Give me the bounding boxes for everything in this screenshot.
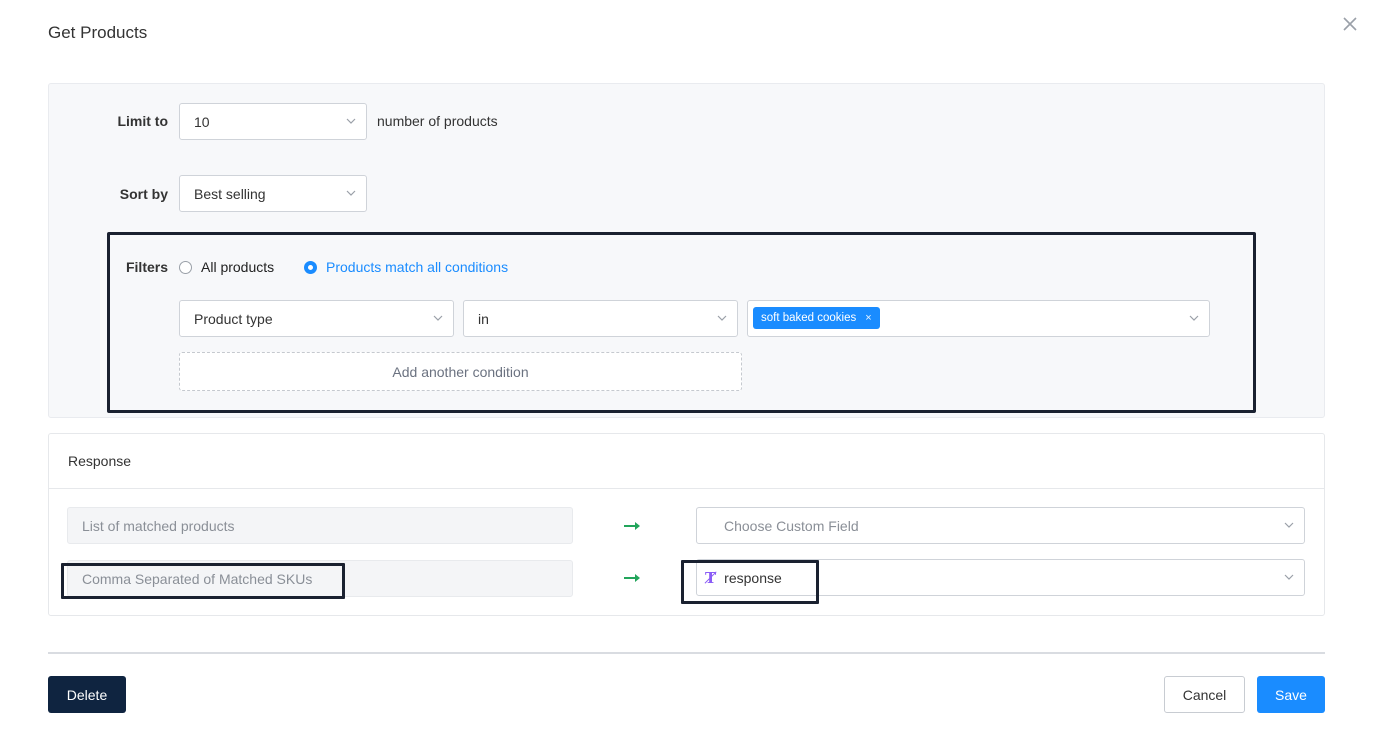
arrow-right-icon — [624, 574, 640, 582]
chevron-down-icon — [1284, 522, 1294, 528]
chevron-down-icon — [1284, 574, 1294, 580]
custom-field-value: response — [724, 569, 782, 586]
condition-value-tag-label: soft baked cookies — [761, 312, 857, 324]
chevron-down-icon — [433, 315, 443, 321]
limit-select[interactable]: 10 — [179, 103, 367, 140]
cancel-button[interactable]: Cancel — [1164, 676, 1245, 713]
response-source-field: Comma Separated of Matched SKUs — [67, 560, 573, 597]
text-field-icon: Ⱦ — [705, 568, 717, 587]
dialog-title: Get Products — [48, 23, 148, 42]
condition-value-tag: soft baked cookies × — [753, 307, 880, 329]
condition-operator-value: in — [478, 310, 489, 327]
radio-all-products-label: All products — [201, 259, 275, 275]
custom-field-select[interactable]: Ⱦ response — [696, 559, 1305, 596]
condition-operator-select[interactable]: in — [463, 300, 738, 337]
add-condition-button[interactable]: Add another condition — [179, 352, 742, 391]
response-source-field: List of matched products — [67, 507, 573, 544]
sort-select-value: Best selling — [194, 185, 266, 202]
radio-circle[interactable] — [179, 260, 192, 274]
sort-select[interactable]: Best selling — [179, 175, 367, 212]
radio-all-products[interactable]: All products — [179, 259, 274, 275]
condition-field-select[interactable]: Product type — [179, 300, 454, 337]
chevron-down-icon — [717, 315, 727, 321]
chevron-down-icon — [1189, 315, 1199, 321]
close-icon[interactable] — [1339, 13, 1361, 35]
sort-label: Sort by — [119, 186, 168, 202]
limit-select-value: 10 — [194, 113, 210, 130]
chevron-down-icon — [346, 118, 356, 124]
radio-match-conditions-label: Products match all conditions — [326, 259, 509, 275]
save-button[interactable]: Save — [1257, 676, 1325, 713]
custom-field-placeholder: Choose Custom Field — [724, 517, 859, 534]
radio-match-conditions[interactable]: Products match all conditions — [304, 259, 508, 275]
footer-divider — [48, 652, 1325, 654]
chevron-down-icon — [346, 190, 356, 196]
arrow-right-icon — [624, 522, 640, 530]
condition-field-value: Product type — [194, 310, 273, 327]
filters-label: Filters — [125, 259, 168, 275]
response-header: Response — [49, 434, 1324, 489]
custom-field-select[interactable]: Choose Custom Field — [696, 507, 1305, 544]
tag-remove-icon[interactable]: × — [865, 312, 871, 324]
limit-label: Limit to — [117, 113, 168, 129]
radio-circle-selected[interactable] — [304, 260, 317, 274]
limit-suffix: number of products — [377, 113, 498, 129]
delete-button[interactable]: Delete — [48, 676, 126, 713]
